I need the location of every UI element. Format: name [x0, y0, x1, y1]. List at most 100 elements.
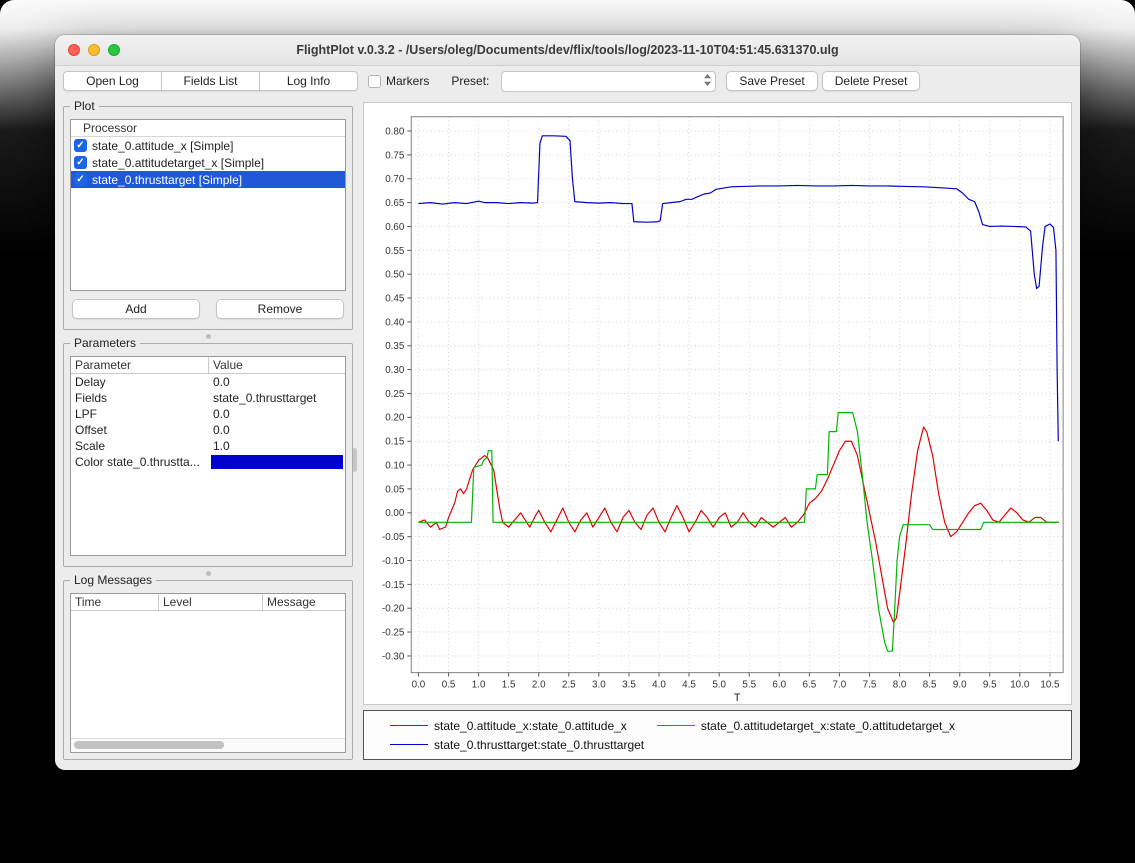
maximize-button[interactable]: [108, 44, 120, 56]
legend-label: state_0.attitudetarget_x:state_0.attitud…: [701, 719, 955, 733]
param-name: LPF: [71, 406, 209, 422]
log-col-time: Time: [71, 594, 159, 610]
table-row[interactable]: Offset 0.0: [71, 422, 345, 438]
param-name: Color state_0.thrustta...: [71, 454, 209, 470]
svg-text:0.75: 0.75: [385, 150, 405, 161]
parameters-col-value: Value: [209, 357, 345, 373]
svg-text:10.0: 10.0: [1010, 679, 1030, 690]
svg-text:2.5: 2.5: [562, 679, 576, 690]
svg-text:3.5: 3.5: [622, 679, 636, 690]
svg-text:0.20: 0.20: [385, 413, 405, 424]
svg-text:0.55: 0.55: [385, 246, 405, 257]
log-messages-body: [71, 611, 345, 738]
svg-text:0.00: 0.00: [385, 508, 405, 519]
plot-group: Plot Processor state_0.attitude_x [Simpl…: [63, 106, 353, 330]
svg-text:5.0: 5.0: [712, 679, 726, 690]
minimize-button[interactable]: [88, 44, 100, 56]
param-color-swatch[interactable]: [211, 455, 343, 469]
close-button[interactable]: [68, 44, 80, 56]
toolbar: Open Log Fields List Log Info Markers Pr…: [55, 66, 1080, 96]
param-value: state_0.thrusttarget: [209, 390, 345, 406]
preset-combobox[interactable]: [501, 71, 716, 92]
log-col-level: Level: [159, 594, 263, 610]
parameters-col-parameter: Parameter: [71, 357, 209, 373]
svg-text:1.0: 1.0: [472, 679, 486, 690]
flight-chart[interactable]: 0.00.51.01.52.02.53.03.54.04.55.05.56.06…: [364, 103, 1071, 704]
scrollbar-thumb[interactable]: [74, 741, 224, 749]
log-messages-table[interactable]: Time Level Message: [70, 593, 346, 753]
checkbox-icon[interactable]: [74, 156, 87, 169]
svg-text:0.25: 0.25: [385, 389, 405, 400]
combo-stepper-icon: [703, 73, 712, 90]
table-row[interactable]: Scale 1.0: [71, 438, 345, 454]
table-row[interactable]: Color state_0.thrustta...: [71, 454, 345, 470]
svg-text:0.05: 0.05: [385, 484, 405, 495]
processor-list[interactable]: Processor state_0.attitude_x [Simple] st…: [70, 119, 346, 291]
open-log-button[interactable]: Open Log: [63, 71, 162, 91]
svg-text:-0.10: -0.10: [382, 556, 405, 567]
svg-text:0.80: 0.80: [385, 126, 405, 137]
table-row[interactable]: Delay 0.0: [71, 374, 345, 390]
svg-text:0.35: 0.35: [385, 341, 405, 352]
list-item-label: state_0.attitude_x [Simple]: [92, 139, 233, 153]
save-preset-button[interactable]: Save Preset: [726, 71, 817, 91]
svg-text:0.50: 0.50: [385, 270, 405, 281]
traffic-lights: [68, 44, 120, 56]
legend-item: state_0.attitude_x:state_0.attitude_x: [390, 719, 627, 733]
chart-legend: state_0.attitude_x:state_0.attitude_x st…: [363, 710, 1072, 760]
list-item-selected[interactable]: state_0.thrusttarget [Simple]: [71, 171, 345, 188]
window-title: FlightPlot v.0.3.2 - /Users/oleg/Documen…: [55, 35, 1080, 65]
table-row[interactable]: Fields state_0.thrusttarget: [71, 390, 345, 406]
svg-text:7.5: 7.5: [863, 679, 877, 690]
list-item-label: state_0.attitudetarget_x [Simple]: [92, 156, 264, 170]
legend-line-sample: [390, 725, 428, 726]
checkbox-icon[interactable]: [74, 173, 87, 186]
svg-text:0.45: 0.45: [385, 293, 405, 304]
left-panel: Plot Processor state_0.attitude_x [Simpl…: [63, 102, 353, 760]
svg-text:-0.30: -0.30: [382, 651, 405, 662]
legend-line-sample: [390, 744, 428, 745]
svg-text:8.5: 8.5: [923, 679, 937, 690]
legend-line-sample: [657, 725, 695, 726]
svg-text:9.0: 9.0: [953, 679, 967, 690]
parameters-group-title: Parameters: [70, 336, 140, 350]
svg-text:0.10: 0.10: [385, 461, 405, 472]
svg-text:4.5: 4.5: [682, 679, 696, 690]
param-name: Offset: [71, 422, 209, 438]
svg-text:0.40: 0.40: [385, 317, 405, 328]
chart-plot-area[interactable]: 0.00.51.01.52.02.53.03.54.04.55.05.56.06…: [363, 102, 1072, 705]
list-item[interactable]: state_0.attitude_x [Simple]: [71, 137, 345, 154]
svg-text:1.5: 1.5: [502, 679, 516, 690]
log-messages-group: Log Messages Time Level Message: [63, 580, 353, 760]
delete-preset-button[interactable]: Delete Preset: [822, 71, 921, 91]
svg-text:0.15: 0.15: [385, 437, 405, 448]
checkbox-icon[interactable]: [74, 139, 87, 152]
add-button[interactable]: Add: [72, 299, 200, 319]
param-value: 0.0: [209, 422, 345, 438]
list-item[interactable]: state_0.attitudetarget_x [Simple]: [71, 154, 345, 171]
legend-label: state_0.thrusttarget:state_0.thrusttarge…: [434, 738, 644, 752]
legend-label: state_0.attitude_x:state_0.attitude_x: [434, 719, 627, 733]
log-info-button[interactable]: Log Info: [259, 71, 358, 91]
svg-text:T: T: [734, 692, 741, 704]
svg-text:0.5: 0.5: [442, 679, 456, 690]
horizontal-scrollbar[interactable]: [71, 738, 345, 752]
parameters-header-row: Parameter Value: [71, 357, 345, 374]
table-row[interactable]: LPF 0.0: [71, 406, 345, 422]
legend-row: state_0.attitude_x:state_0.attitude_x st…: [390, 716, 1063, 735]
legend-row: state_0.thrusttarget:state_0.thrusttarge…: [390, 735, 1063, 754]
log-messages-group-title: Log Messages: [70, 573, 156, 587]
legend-item: state_0.thrusttarget:state_0.thrusttarge…: [390, 738, 644, 752]
parameters-table[interactable]: Parameter Value Delay 0.0 Fields state_0…: [70, 356, 346, 556]
fields-list-button[interactable]: Fields List: [161, 71, 260, 91]
svg-text:0.60: 0.60: [385, 222, 405, 233]
markers-checkbox[interactable]: [368, 75, 381, 88]
remove-button[interactable]: Remove: [216, 299, 344, 319]
svg-text:5.5: 5.5: [742, 679, 756, 690]
svg-text:0.70: 0.70: [385, 174, 405, 185]
svg-text:0.65: 0.65: [385, 198, 405, 209]
titlebar[interactable]: FlightPlot v.0.3.2 - /Users/oleg/Documen…: [55, 35, 1080, 66]
param-value: 0.0: [209, 374, 345, 390]
screen-background: FlightPlot v.0.3.2 - /Users/oleg/Documen…: [0, 0, 1135, 863]
svg-text:10.5: 10.5: [1040, 679, 1060, 690]
